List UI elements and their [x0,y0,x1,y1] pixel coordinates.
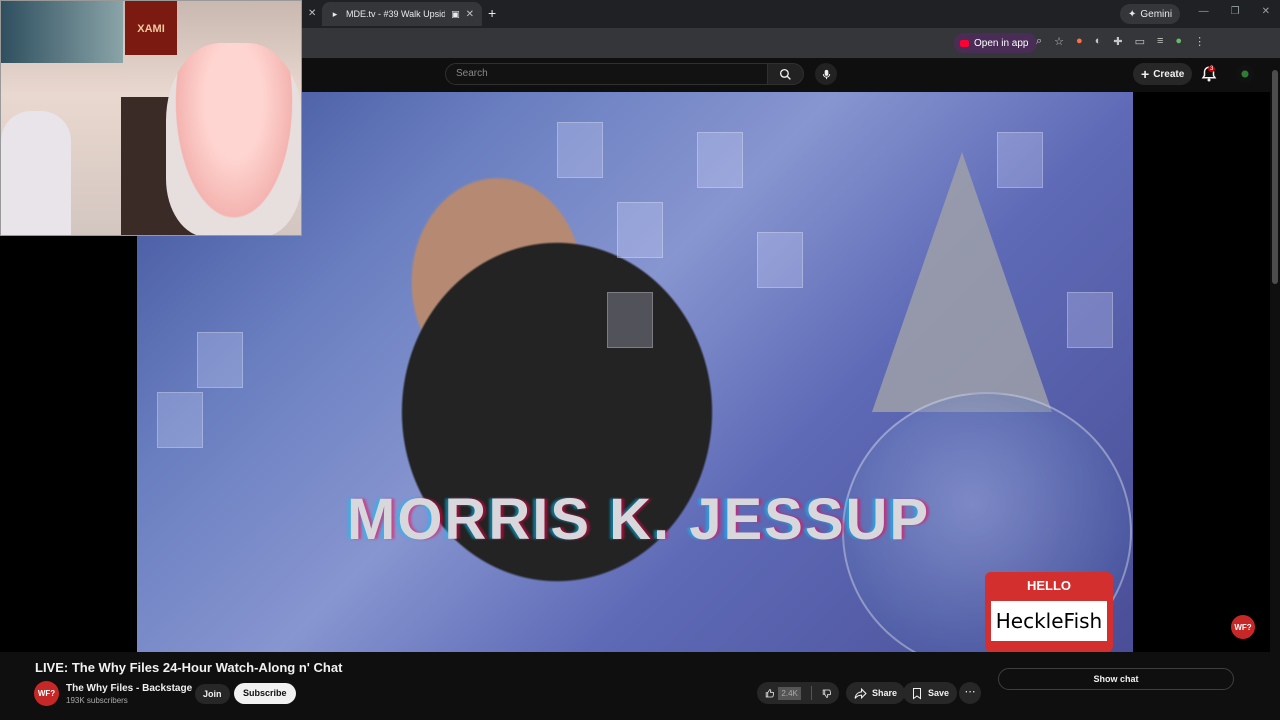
gemini-button[interactable]: ✦ Gemini [1120,4,1181,24]
subscribe-button[interactable]: Subscribe [234,683,296,704]
like-divider [810,686,812,700]
search-button[interactable] [767,63,804,85]
tab-favicon-icon: ▸ [332,9,338,19]
open-in-app-label: Open in app [974,37,1029,49]
collage-photo [607,292,653,348]
share-icon [854,687,867,699]
gemini-sparkle-icon: ✦ [1128,8,1137,20]
thumbs-up-icon[interactable] [765,687,775,700]
collage-photo [617,202,663,258]
share-button[interactable]: Share [846,682,906,704]
thumbs-down-icon[interactable] [822,687,831,700]
account-avatar[interactable] [1236,65,1254,83]
video-title: LIVE: The Why Files 24-Hour Watch-Along … [35,660,343,675]
extensions-puzzle-icon[interactable]: ✚ [1113,35,1122,48]
save-bookmark-icon [913,687,921,699]
wall-poster [1,1,123,63]
plus-icon: + [1141,66,1150,82]
browser-tab-active[interactable]: ▸ MDE.tv - #39 Walk Upside ▣ ✕ [322,2,482,26]
extension-icon[interactable]: ◐ [1095,35,1102,48]
close-tab-icon[interactable]: ✕ [466,9,474,20]
tab-title: MDE.tv - #39 Walk Upside [346,9,446,19]
collage-photo [197,332,243,388]
gemini-label: Gemini [1140,8,1173,20]
channel-avatar[interactable]: WF? [34,681,59,706]
foil-hat-decoration [872,152,1052,412]
voice-search-button[interactable] [815,63,837,85]
youtube-logo-icon [960,39,969,47]
channel-name[interactable]: The Why Files - Backstage [66,683,192,694]
like-count: 2.4K [778,686,801,700]
subscriber-count: 193K subscribers [66,696,128,705]
profile-avatar-icon[interactable]: ● [1175,35,1182,48]
channel-watermark[interactable]: WF? [1231,615,1255,639]
pink-robot-figure [166,43,301,235]
like-dislike-group: 2.4K [757,682,839,704]
toolbar-icons: ⌕ ☆ ● ◐ ✚ ▭ ≡ ● ⋮ [1036,35,1205,48]
share-label: Share [872,688,898,698]
collage-photo [1067,292,1113,348]
join-button[interactable]: Join [195,684,230,704]
reading-list-icon[interactable]: ≡ [1157,35,1163,48]
name-tag-hello: HELLO [1026,578,1072,593]
open-in-app-button[interactable]: Open in app [954,33,1037,53]
more-actions-button[interactable]: ⋯ [959,682,981,704]
name-tag-sticker: HELLO HeckleFish [985,572,1113,652]
collage-photo [157,392,203,448]
create-button[interactable]: + Create [1133,63,1193,85]
close-previous-tab-icon[interactable]: ✕ [308,8,316,19]
video-caption-text: MORRIS K. JESSUP [347,487,931,552]
close-window-icon[interactable]: ✕ [1262,6,1270,17]
search-input[interactable]: Search [445,63,768,85]
microphone-icon [822,69,830,79]
maximize-icon[interactable]: ❐ [1231,6,1240,17]
wall-poster-red: XAMI [125,1,177,55]
save-button[interactable]: Save [903,682,958,704]
more-icon: ⋯ [964,686,976,698]
extension-icon[interactable]: ● [1076,35,1083,48]
collage-photo [557,122,603,178]
minimize-icon[interactable]: — [1199,6,1209,17]
collage-photo [697,132,743,188]
window-controls: — ❐ ✕ [1199,6,1270,17]
search-icon [779,68,791,80]
webcam-overlay: XAMI [0,0,302,236]
scrollbar-thumb[interactable] [1272,70,1278,284]
zoom-icon[interactable]: ⌕ [1036,35,1042,48]
plush-toy [1,111,71,235]
tab-media-icon[interactable]: ▣ [451,9,460,20]
bookmark-star-icon[interactable]: ☆ [1054,35,1064,48]
browser-menu-icon[interactable]: ⋮ [1194,35,1205,48]
collage-photo [757,232,803,288]
save-label: Save [928,688,950,698]
name-tag-name: HeckleFish [991,601,1107,641]
cast-icon[interactable]: ▭ [1135,35,1145,48]
show-chat-button[interactable]: Show chat [998,668,1234,690]
create-label: Create [1153,68,1185,80]
new-tab-icon[interactable]: + [488,5,496,21]
